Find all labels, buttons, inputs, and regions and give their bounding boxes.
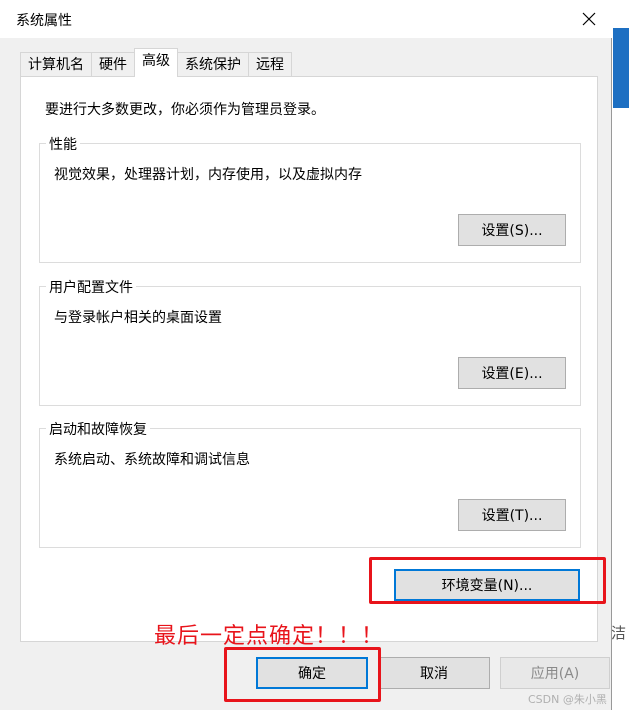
watermark: CSDN @朱小黑 [528,693,607,706]
tab-advanced[interactable]: 高级 [134,48,178,77]
admin-notice: 要进行大多数更改，你必须作为管理员登录。 [45,102,325,118]
user-profiles-description: 与登录帐户相关的桌面设置 [54,310,222,326]
system-properties-dialog: 系统属性 计算机名 硬件 高级 系统保护 远程 要进行大多数更改，你必须作为管理… [0,0,612,710]
annotation-text: 最后一定点确定！！！ [154,624,385,649]
startup-recovery-label: 启动和故障恢复 [46,419,150,439]
advanced-tab-panel: 要进行大多数更改，你必须作为管理员登录。 性能 视觉效果，处理器计划，内存使用，… [20,76,598,642]
startup-recovery-settings-button[interactable]: 设置(T)... [458,499,566,531]
user-profiles-settings-button[interactable]: 设置(E)... [458,357,566,389]
close-button[interactable] [566,0,612,38]
environment-variables-button[interactable]: 环境变量(N)... [394,569,580,601]
user-profiles-group: 用户配置文件 与登录帐户相关的桌面设置 设置(E)... [39,277,581,406]
tab-hardware[interactable]: 硬件 [91,52,135,77]
window-title: 系统属性 [16,13,72,29]
tab-strip: 计算机名 硬件 高级 系统保护 远程 [20,48,292,77]
performance-label: 性能 [46,134,80,154]
title-bar: 系统属性 [0,0,612,38]
performance-group: 性能 视觉效果，处理器计划，内存使用，以及虚拟内存 设置(S)... [39,134,581,263]
background-blue-panel [613,28,629,108]
tab-computer-name[interactable]: 计算机名 [20,52,92,77]
cancel-button[interactable]: 取消 [378,657,490,689]
user-profiles-label: 用户配置文件 [46,277,136,297]
startup-recovery-description: 系统启动、系统故障和调试信息 [54,452,250,468]
background-glyph: 洁 [611,624,627,642]
apply-button[interactable]: 应用(A) [500,657,610,689]
tab-remote[interactable]: 远程 [248,52,292,77]
ok-button[interactable]: 确定 [256,657,368,689]
startup-recovery-group: 启动和故障恢复 系统启动、系统故障和调试信息 设置(T)... [39,419,581,548]
performance-description: 视觉效果，处理器计划，内存使用，以及虚拟内存 [54,167,362,183]
tab-system-protection[interactable]: 系统保护 [177,52,249,77]
close-icon [582,12,596,26]
performance-settings-button[interactable]: 设置(S)... [458,214,566,246]
